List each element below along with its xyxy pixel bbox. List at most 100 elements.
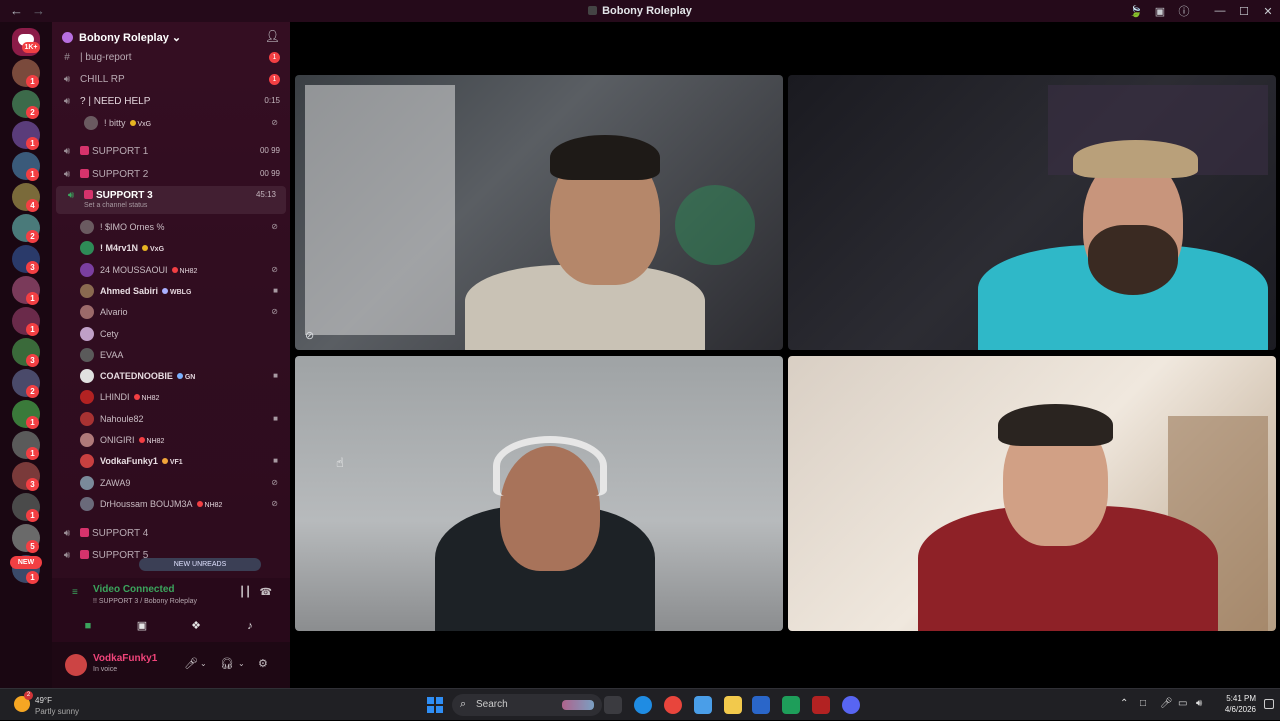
voice-user[interactable]: ONIGIRI NH82 [52,430,290,451]
user-tag: NH82 [138,437,164,445]
server-name: Bobony Roleplay ⌄ [79,31,181,44]
voice-user[interactable]: Ahmed Sabiri WBLG ■ [52,281,290,302]
channel-timer: 45:13 [255,190,276,199]
new-unreads-pill[interactable]: NEW UNREADS [139,558,261,571]
help-icon[interactable]: ⓘ [1172,3,1196,19]
logo-square [427,697,434,704]
channel-support-1[interactable]: 🔊︎ SUPPORT 1 00 99 [52,142,290,162]
video-tile-2[interactable] [788,75,1276,350]
logo-square [427,706,434,713]
windows-start-icon[interactable] [427,697,443,713]
voice-user[interactable]: ZAWA9 ⊘ [52,473,290,494]
clock-time[interactable]: 5:41 PM [1226,694,1256,703]
avatar [84,116,98,130]
channel-status[interactable]: Set a channel status [84,202,147,209]
camera-icon[interactable]: ■ [64,616,112,636]
channel-label-text: | NEED HELP [88,96,151,107]
video-tile-3[interactable] [295,356,783,631]
video-tile-4[interactable] [788,356,1276,631]
voice-user[interactable]: DrHoussam BOUJM3A NH82 ⊘ [52,494,290,515]
disconnect-icon[interactable]: ☎︎ [260,587,272,598]
voice-user[interactable]: Nahoule82 ■ [52,409,290,430]
taskbar-search[interactable]: ⌕ Search [452,694,602,716]
mouse-cursor-icon: ☝︎ [336,455,344,470]
chevron-down-icon[interactable]: ⌄ [238,659,245,668]
title-bar-controls: 🍃 ▣ ⓘ — ☐ ✕ [1124,0,1280,22]
maximize-button[interactable]: ☐ [1232,5,1256,18]
person-beard [1088,225,1178,295]
voice-user[interactable]: EVAA [52,345,290,366]
discord-icon[interactable] [842,696,860,714]
voice-user[interactable]: COATEDNOOBIE GN ■ [52,366,290,387]
tag-dot [162,287,169,294]
screen-share-icon[interactable]: ▣ [118,616,166,636]
voice-status[interactable]: Video Connected [93,584,175,595]
tag-dot [133,394,140,401]
mic-icon[interactable]: 🎤︎ [184,657,198,670]
headphones-icon[interactable]: 🎧︎ [220,657,234,670]
channel-need-help[interactable]: 🔊︎ ? | NEED HELP 0:15 [52,92,290,112]
channel-support-2[interactable]: 🔊︎ SUPPORT 2 00 99 [52,165,290,185]
title-bar: ← → Bobony Roleplay 🍃 ▣ ⓘ — ☐ ✕ [0,0,1280,22]
tag-text: NH82 [141,395,160,403]
person-add-icon[interactable]: 👤︎ [265,29,280,43]
channel-emoji-icon [80,146,89,155]
channel-limit: 00 99 [259,169,280,178]
voice-user[interactable]: ! bitty VxG ⊘ [52,113,290,134]
task-view-icon[interactable] [604,696,622,714]
minimize-button[interactable]: — [1208,5,1232,17]
channel-emoji-icon [80,550,89,559]
chrome-icon[interactable] [664,696,682,714]
avatar[interactable] [65,654,87,676]
close-button[interactable]: ✕ [1256,5,1280,18]
inbox-icon[interactable]: ▣ [1148,5,1172,18]
user-name: DrHoussam BOUJM3A NH82 [100,499,222,509]
server-badge: 1 [26,75,39,88]
chevron-up-icon[interactable]: ⌃ [1120,698,1128,709]
voice-user[interactable]: Alvario ⊘ [52,302,290,323]
copilot-icon[interactable] [694,696,712,714]
video-tile-1[interactable]: ⊘ [295,75,783,350]
xbox-icon[interactable] [782,696,800,714]
gear-icon[interactable]: ⚙ [258,657,268,670]
chevron-down-icon[interactable]: ⌄ [200,659,207,668]
voice-location[interactable]: !! SUPPORT 3 / Bobony Roleplay [93,598,197,605]
activities-icon[interactable]: ❖ [172,616,220,636]
clock-date[interactable]: 4/6/2026 [1225,705,1256,714]
channel-label-text: SUPPORT 1 [92,146,149,157]
server-badge: 2 [26,106,39,119]
voice-user[interactable]: ! $IMO Ornes % ⊘ [52,217,290,238]
noise-suppression-icon[interactable]: ┃┃ [239,587,251,598]
mic-icon[interactable]: 🎤︎ [1160,698,1173,709]
voice-user[interactable]: Cety [52,324,290,345]
new-pill[interactable]: NEW [10,556,42,569]
channel-label: SUPPORT 2 [80,169,148,180]
notification-icon[interactable] [1264,699,1274,709]
person-hair [550,135,660,180]
voice-user[interactable]: LHINDI NH82 [52,387,290,408]
camera-icon: ■ [273,456,278,466]
channel-bug-report[interactable]: # | bug-report 1 [52,48,290,68]
file-explorer-icon[interactable] [724,696,742,714]
channel-chill-rp[interactable]: 🔊︎ CHILL RP 1 [52,70,290,90]
volume-icon[interactable]: 🔊︎ [1196,698,1202,709]
username[interactable]: VodkaFunky1 [93,653,157,664]
voice-user[interactable]: ! M4rv1N VxG [52,238,290,259]
display-icon[interactable]: ▭ [1178,698,1187,709]
voice-user[interactable]: 24 MOUSSAOUI NH82 ⊘ [52,260,290,281]
soundboard-icon[interactable]: ♪ [226,616,274,636]
network-icon[interactable]: □ [1140,698,1146,709]
signal-icon[interactable]: ≡ [72,587,78,598]
channel-support-4[interactable]: 🔊︎ SUPPORT 4 [52,524,290,544]
channel-label: CHILL RP [80,74,125,85]
leaf-icon[interactable]: 🍃 [1124,5,1148,18]
edge-icon[interactable] [634,696,652,714]
voice-user[interactable]: VodkaFunky1 VF1 ■ [52,451,290,472]
avatar [80,454,94,469]
user-name-text: Ahmed Sabiri [100,285,159,296]
mic-muted-icon: ⊘ [271,307,278,317]
app-icon[interactable] [812,696,830,714]
store-icon[interactable] [752,696,770,714]
speaker-icon: 🔊︎ [63,169,71,180]
channel-support-3[interactable]: 🔊︎ SUPPORT 3 Set a channel status 45:13 [56,186,286,214]
